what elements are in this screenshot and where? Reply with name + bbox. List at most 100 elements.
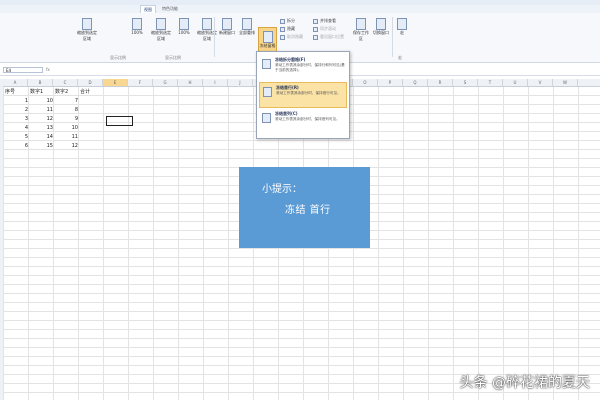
sync-scroll-icon (313, 26, 318, 32)
header-cell: 序号 (5, 89, 16, 95)
row-headers (0, 86, 3, 400)
table-cell: 3 (24, 116, 28, 122)
table-cell: 7 (74, 98, 78, 104)
selected-cell[interactable] (106, 116, 133, 126)
freeze-split-panes-icon (262, 59, 271, 69)
table-cell: 5 (24, 134, 28, 140)
name-box[interactable]: E4 (3, 67, 43, 73)
column-header-C[interactable]: C (53, 79, 78, 86)
zoom-100-button-2[interactable]: 100% (175, 18, 193, 35)
header-cell: 数字1 (30, 89, 44, 95)
zoom-100-label-2: 100% (178, 30, 190, 35)
ribbon-separator-2 (392, 17, 393, 57)
table-cell: 11 (46, 107, 53, 113)
header-cell: 数字2 (55, 89, 69, 95)
new-window-button[interactable]: 新建窗口 (218, 18, 236, 36)
sync-scroll-label: 同步滚动 (320, 26, 336, 31)
side-by-side-icon (313, 18, 318, 24)
arrange-all-label: 全部重排 (239, 30, 255, 35)
column-header-E[interactable]: E (103, 79, 128, 86)
unhide-button[interactable]: 取消隐藏 (280, 33, 303, 40)
zoom-selection-button[interactable]: 缩放到选定区域 (76, 18, 98, 42)
hide-icon (280, 26, 285, 32)
freeze-top-row-item[interactable]: 冻结首行(R) 滚动工作表其余部分时，保持首行可见。 (259, 82, 347, 108)
hide-button[interactable]: 隐藏 (280, 25, 295, 32)
table-cell: 9 (74, 116, 78, 122)
column-header-P[interactable]: P (378, 79, 403, 86)
table-cell: 12 (46, 116, 53, 122)
unhide-icon (280, 34, 285, 40)
freeze-top-row-desc: 滚动工作表其余部分时，保持首行可见。 (276, 91, 341, 95)
column-header-R[interactable]: R (428, 79, 453, 86)
table-cell: 10 (46, 98, 53, 104)
table-cell: 6 (24, 143, 28, 149)
unhide-label: 取消隐藏 (287, 34, 303, 39)
zoom-selection-icon-2 (156, 18, 166, 30)
macros-button[interactable]: 宏 (396, 18, 408, 36)
zoom-selection-button-2[interactable]: 缩放到选定区域 (150, 18, 172, 42)
save-workspace-button[interactable]: 保存工作区 (352, 18, 370, 42)
table-cell: 8 (74, 107, 78, 113)
save-workspace-icon (356, 18, 366, 30)
tip-title: 小提示： (262, 184, 302, 195)
table-cell: 1 (24, 98, 28, 104)
freeze-top-row-icon (263, 87, 272, 97)
zoom-selection-label: 缩放到选定区域 (77, 30, 97, 41)
tip-body: 冻结 首行 (285, 205, 331, 216)
column-header-Q[interactable]: Q (403, 79, 428, 86)
zoom-100-button[interactable]: 100% (128, 18, 146, 35)
switch-windows-button[interactable]: 切换窗口 (372, 18, 390, 36)
switch-windows-label: 切换窗口 (373, 30, 389, 35)
column-header-A[interactable]: A (3, 79, 28, 86)
column-header-O[interactable]: O (353, 79, 378, 86)
column-header-U[interactable]: U (503, 79, 528, 86)
column-header-V[interactable]: V (528, 79, 553, 86)
column-header-H[interactable]: H (178, 79, 203, 86)
freeze-split-panes-item[interactable]: 冻结拆分窗格(F) 滚动工作表其余部分时，保持行和列可见(基于当前的选择)。 (259, 55, 347, 81)
table-cell: 10 (71, 125, 78, 131)
ribbon-separator (214, 17, 215, 57)
group-label-zoom-2: 显示比例 (165, 55, 181, 60)
column-header-J[interactable]: J (228, 79, 253, 86)
group-label-macro: 宏 (398, 55, 402, 60)
table-cell: 13 (46, 125, 53, 131)
freeze-split-panes-desc: 滚动工作表其余部分时，保持行和列可见(基于当前的选择)。 (275, 63, 345, 72)
arrange-all-icon (242, 18, 252, 30)
freeze-first-column-icon (262, 113, 271, 123)
column-header-I[interactable]: I (203, 79, 228, 86)
arrange-all-button[interactable]: 全部重排 (238, 18, 256, 36)
column-header-F[interactable]: F (128, 79, 153, 86)
zoom-selection-icon-3 (202, 18, 212, 30)
fx-label: fx (46, 67, 50, 72)
zoom-selection-label-2: 缩放到选定区域 (151, 30, 171, 41)
side-by-side-button[interactable]: 并排查看 (313, 17, 336, 24)
column-header-B[interactable]: B (28, 79, 53, 86)
column-header-G[interactable]: G (153, 79, 178, 86)
watermark: 头条 @碎花裙的夏天 (459, 375, 590, 391)
tab-special[interactable]: 特色功能 (162, 5, 178, 13)
macros-icon (397, 18, 407, 30)
macros-label: 宏 (400, 30, 404, 35)
group-label-zoom: 显示比例 (110, 55, 126, 60)
hide-label: 隐藏 (287, 26, 295, 31)
table-cell: 14 (46, 134, 53, 140)
switch-windows-icon (376, 18, 386, 30)
reset-position-button[interactable]: 重设窗口位置 (313, 33, 344, 40)
freeze-panes-dropdown: 冻结拆分窗格(F) 滚动工作表其余部分时，保持行和列可见(基于当前的选择)。 冻… (256, 51, 350, 139)
freeze-first-column-desc: 滚动工作表其余部分时，保持首列可见。 (275, 117, 340, 121)
sync-scroll-button[interactable]: 同步滚动 (313, 25, 336, 32)
header-cell: 合计 (80, 89, 91, 95)
column-header-W[interactable]: W (553, 79, 578, 86)
freeze-panes-icon (262, 31, 273, 43)
column-header-S[interactable]: S (453, 79, 478, 86)
column-header-T[interactable]: T (478, 79, 503, 86)
table-cell: 12 (71, 143, 78, 149)
split-button[interactable]: 拆分 (280, 17, 295, 24)
zoom-100-icon-2 (179, 18, 189, 30)
zoom-100-label: 100% (131, 30, 143, 35)
tip-box: 小提示： 冻结 首行 (239, 167, 370, 248)
column-header-D[interactable]: D (78, 79, 103, 86)
freeze-first-column-item[interactable]: 冻结首列(C) 滚动工作表其余部分时，保持首列可见。 (259, 109, 347, 135)
table-cell: 15 (46, 143, 53, 149)
new-window-icon (222, 18, 232, 30)
